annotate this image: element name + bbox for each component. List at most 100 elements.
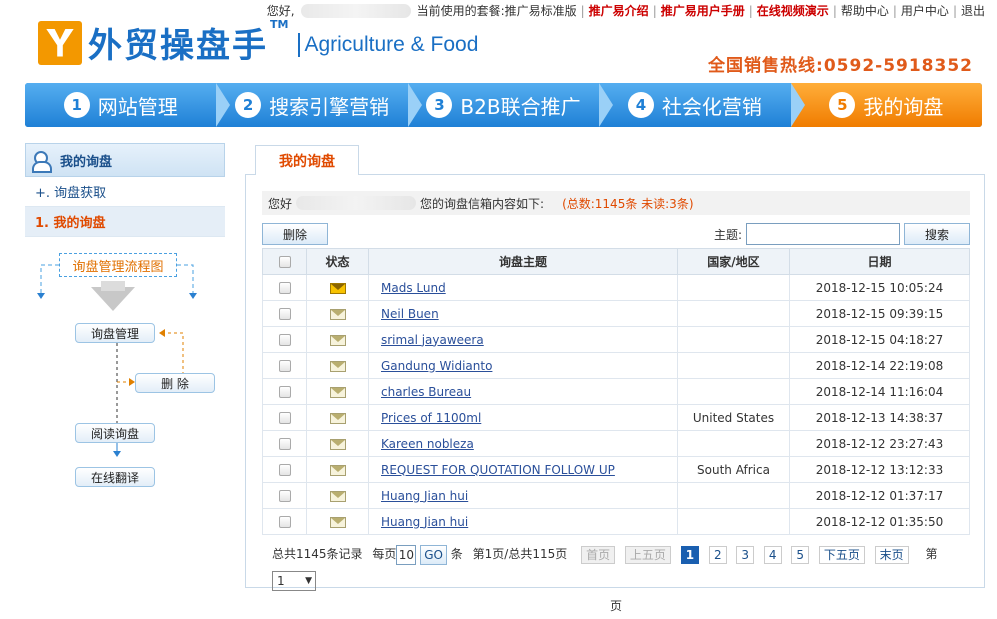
link-intro[interactable]: 推广易介绍 bbox=[589, 2, 649, 19]
table-row[interactable]: Prices of 1100ml United States 2018-12-13 … bbox=[262, 404, 970, 431]
tab-my-inquiries[interactable]: 我的询盘 bbox=[255, 145, 359, 175]
row-date: 2018-12-15 09:39:15 bbox=[789, 300, 970, 327]
nav-social-marketing[interactable]: 4 社会化营销 bbox=[599, 83, 806, 127]
inquiry-subject-link[interactable]: charles Bureau bbox=[381, 385, 471, 399]
inquiry-subject-link[interactable]: Prices of 1100ml bbox=[381, 411, 481, 425]
inquiry-subject-link[interactable]: srimal jayaweera bbox=[381, 333, 484, 347]
sidebar-item-get-inquiries[interactable]: +. 询盘获取 bbox=[25, 177, 225, 207]
table-row[interactable]: Gandung Widianto 2018-12-14 22:19:08 bbox=[262, 352, 970, 379]
first-page-button[interactable]: 首页 bbox=[581, 545, 616, 564]
row-country bbox=[677, 482, 790, 509]
search-button[interactable]: 搜索 bbox=[904, 223, 970, 245]
row-country: South Africa bbox=[677, 456, 790, 483]
row-checkbox[interactable] bbox=[278, 490, 291, 502]
unread-envelope-icon bbox=[329, 282, 346, 294]
link-logout[interactable]: 退出 bbox=[961, 2, 985, 19]
row-checkbox[interactable] bbox=[278, 334, 291, 346]
row-checkbox[interactable] bbox=[278, 412, 291, 424]
flow-translate: 在线翻译 bbox=[75, 467, 155, 487]
inquiry-subject-link[interactable]: Kareen nobleza bbox=[381, 437, 474, 451]
table-row[interactable]: srimal jayaweera 2018-12-15 04:18:27 bbox=[262, 326, 970, 353]
row-select[interactable] bbox=[262, 456, 307, 483]
page-4[interactable]: 4 bbox=[763, 545, 782, 564]
row-select[interactable] bbox=[262, 274, 307, 301]
row-status bbox=[306, 326, 369, 353]
row-checkbox[interactable] bbox=[278, 386, 291, 398]
inquiry-count: (总数:1145条 未读:3条) bbox=[562, 196, 694, 211]
inquiry-subject-link[interactable]: Gandung Widianto bbox=[381, 359, 492, 373]
table-row[interactable]: Huang Jian hui 2018-12-12 01:35:50 bbox=[262, 508, 970, 535]
row-select[interactable] bbox=[262, 378, 307, 405]
page-3[interactable]: 3 bbox=[736, 545, 755, 564]
delete-button[interactable]: 删除 bbox=[262, 223, 328, 245]
logo[interactable]: 外贸操盘手 TM Agriculture & Food bbox=[38, 18, 478, 67]
row-select[interactable] bbox=[262, 300, 307, 327]
page-1[interactable]: 1 bbox=[680, 545, 700, 564]
link-user-center[interactable]: 用户中心 bbox=[901, 2, 949, 19]
table-row[interactable]: Neil Buen 2018-12-15 09:39:15 bbox=[262, 300, 970, 327]
prev-five-button[interactable]: 上五页 bbox=[624, 545, 671, 564]
read-envelope-icon bbox=[329, 412, 346, 424]
nav-b2b-promotion[interactable]: 3 B2B联合推广 bbox=[407, 83, 614, 127]
row-status bbox=[306, 300, 369, 327]
row-select[interactable] bbox=[262, 430, 307, 457]
row-checkbox[interactable] bbox=[278, 282, 291, 294]
header-date: 日期 bbox=[789, 248, 970, 275]
row-date: 2018-12-12 01:37:17 bbox=[789, 482, 970, 509]
inquiry-subject-link[interactable]: Huang Jian hui bbox=[381, 515, 468, 529]
row-checkbox[interactable] bbox=[278, 464, 291, 476]
username-blurred bbox=[300, 3, 411, 18]
inquiry-subject-link[interactable]: REQUEST FOR QUOTATION FOLLOW UP bbox=[381, 463, 615, 477]
next-five-button[interactable]: 下五页 bbox=[818, 545, 865, 564]
row-select[interactable] bbox=[262, 482, 307, 509]
sales-hotline: 全国销售热线:0592-5918352 bbox=[708, 56, 973, 76]
page-jump-select[interactable]: 1 bbox=[272, 570, 316, 591]
row-checkbox[interactable] bbox=[278, 308, 291, 320]
nav-search-marketing[interactable]: 2 搜索引擎营销 bbox=[216, 83, 423, 127]
mailbox-info: 您好 您的询盘信箱内容如下: (总数:1145条 未读:3条) bbox=[262, 191, 970, 215]
header-select-all[interactable] bbox=[262, 248, 307, 275]
pager-per-label: 每页 bbox=[372, 547, 397, 561]
table-row[interactable]: REQUEST FOR QUOTATION FOLLOW UP South Afr… bbox=[262, 456, 970, 483]
link-manual[interactable]: 推广易用户手册 bbox=[661, 2, 745, 19]
nav-website-management[interactable]: 1 网站管理 bbox=[25, 83, 231, 127]
pagination: 总共1145条记录 每页 10 GO 条 第1页/总共115页 首页 上五页 1 … bbox=[272, 541, 972, 619]
last-page-button[interactable]: 末页 bbox=[874, 545, 909, 564]
row-checkbox[interactable] bbox=[278, 360, 291, 372]
table-row[interactable]: charles Bureau 2018-12-14 11:16:04 bbox=[262, 378, 970, 405]
select-all-checkbox[interactable] bbox=[278, 256, 291, 268]
link-video[interactable]: 在线视频演示 bbox=[757, 2, 829, 19]
row-date: 2018-12-12 13:12:33 bbox=[789, 456, 970, 483]
step-number: 3 bbox=[426, 92, 453, 118]
go-button[interactable]: GO bbox=[420, 544, 447, 565]
nav-label: B2B联合推广 bbox=[460, 94, 581, 119]
table-row[interactable]: Huang Jian hui 2018-12-12 01:37:17 bbox=[262, 482, 970, 509]
row-select[interactable] bbox=[262, 404, 307, 431]
row-checkbox[interactable] bbox=[278, 516, 291, 528]
row-subject: REQUEST FOR QUOTATION FOLLOW UP bbox=[368, 456, 678, 483]
inquiry-subject-link[interactable]: Huang Jian hui bbox=[381, 489, 468, 503]
inquiry-flow-diagram: 询盘管理流程图 询盘管理 删 除 阅读询盘 在线翻译 bbox=[25, 245, 225, 495]
link-help[interactable]: 帮助中心 bbox=[841, 2, 889, 19]
header-status: 状态 bbox=[306, 248, 369, 275]
row-select[interactable] bbox=[262, 508, 307, 535]
row-select[interactable] bbox=[262, 352, 307, 379]
search-input[interactable] bbox=[746, 223, 900, 245]
row-select[interactable] bbox=[262, 326, 307, 353]
flow-manage: 询盘管理 bbox=[75, 323, 155, 343]
inquiry-subject-link[interactable]: Mads Lund bbox=[381, 281, 446, 295]
read-envelope-icon bbox=[329, 334, 346, 346]
nav-my-inquiries[interactable]: 5 我的询盘 bbox=[790, 83, 982, 127]
row-status bbox=[306, 404, 369, 431]
table-row[interactable]: Mads Lund 2018-12-15 10:05:24 bbox=[262, 274, 970, 301]
per-page-input[interactable]: 10 bbox=[396, 544, 417, 565]
page-2[interactable]: 2 bbox=[708, 545, 727, 564]
sidebar-item-my-inquiries[interactable]: 1. 我的询盘 bbox=[25, 207, 225, 237]
inquiry-subject-link[interactable]: Neil Buen bbox=[381, 307, 439, 321]
table-row[interactable]: Kareen nobleza 2018-12-12 23:27:43 bbox=[262, 430, 970, 457]
inquiry-panel: 您好 您的询盘信箱内容如下: (总数:1145条 未读:3条) 删除 主题: 搜… bbox=[245, 174, 985, 613]
page-5[interactable]: 5 bbox=[791, 545, 809, 564]
flow-connectors bbox=[37, 264, 197, 457]
row-checkbox[interactable] bbox=[278, 438, 291, 450]
read-envelope-icon bbox=[329, 516, 346, 528]
